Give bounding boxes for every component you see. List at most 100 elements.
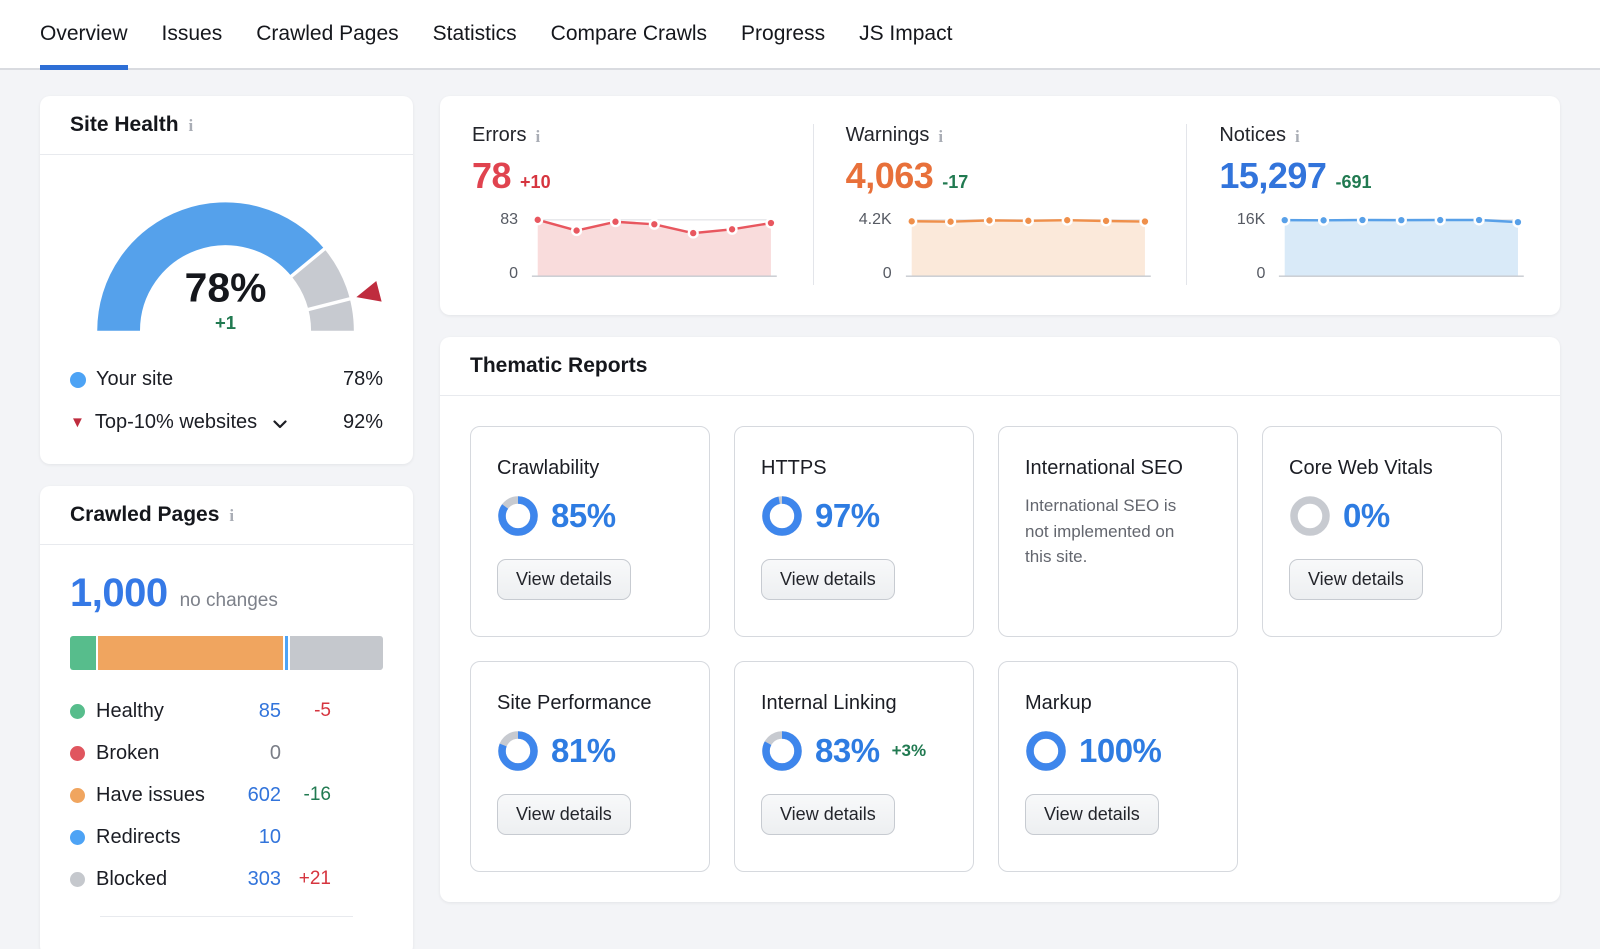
redirects-value-link[interactable]: 10 [223, 826, 281, 849]
your-site-dot-icon [70, 372, 86, 388]
internal-linking-donut-icon [761, 730, 803, 772]
warnings-stat: Warnings i 4,063 -17 4.2K 0 [813, 124, 1187, 285]
site-performance-percent: 81% [551, 732, 616, 770]
international-seo-label: International SEO [1025, 457, 1211, 480]
svg-text:+1: +1 [215, 312, 236, 333]
warnings-ymin-label: 0 [883, 265, 892, 283]
internal-linking-delta: +3% [892, 741, 927, 761]
international-seo-message: International SEO is not implemented on … [1025, 493, 1200, 570]
notices-sparkline-chart [1275, 211, 1528, 285]
legend-row-broken: Broken 0 [70, 732, 331, 774]
healthy-dot-icon [70, 704, 85, 719]
crawled-total-note: no changes [180, 590, 278, 612]
tab-js-impact[interactable]: JS Impact [859, 0, 952, 68]
broken-dot-icon [70, 746, 85, 761]
healthy-delta: -5 [281, 700, 331, 722]
site-health-title: Site Health [70, 113, 179, 137]
triangle-down-icon: ▼ [70, 414, 85, 431]
info-icon[interactable]: i [1295, 127, 1300, 147]
crawled-total-link[interactable]: 1,000 [70, 571, 168, 616]
card-divider [100, 916, 353, 949]
healthy-label: Healthy [96, 700, 223, 723]
have-issues-dot-icon [70, 788, 85, 803]
tab-statistics[interactable]: Statistics [433, 0, 517, 68]
view-details-button[interactable]: View details [761, 559, 895, 600]
site-performance-donut-icon [497, 730, 539, 772]
thematic-card-crawlability: Crawlability 85% View details [470, 426, 710, 637]
crawled-pages-title: Crawled Pages [70, 503, 219, 527]
site-health-card: Site Health i 78% +1 Your site 78% [40, 96, 413, 464]
info-icon[interactable]: i [535, 127, 540, 147]
blocked-delta: +21 [281, 868, 331, 890]
warnings-sparkline-chart [902, 211, 1155, 285]
tab-issues[interactable]: Issues [162, 0, 223, 68]
have-issues-value-link[interactable]: 602 [223, 784, 281, 807]
errors-sparkline-chart [528, 211, 781, 285]
markup-label: Markup [1025, 692, 1211, 715]
view-details-button[interactable]: View details [1025, 794, 1159, 835]
chevron-down-icon[interactable] [273, 420, 287, 429]
blocked-label: Blocked [96, 868, 223, 891]
notices-value-link[interactable]: 15,297 [1219, 155, 1326, 197]
warnings-delta: -17 [942, 172, 968, 193]
info-icon[interactable]: i [189, 116, 194, 136]
your-site-label: Your site [96, 368, 173, 391]
warnings-value-link[interactable]: 4,063 [846, 155, 934, 197]
thematic-card-markup: Markup 100% View details [998, 661, 1238, 872]
markup-donut-icon [1025, 730, 1067, 772]
notices-ymax-label: 16K [1237, 211, 1265, 229]
view-details-button[interactable]: View details [497, 794, 631, 835]
errors-stat: Errors i 78 +10 83 0 [440, 124, 813, 285]
legend-row-healthy: Healthy 85 -5 [70, 690, 331, 732]
thematic-reports-card: Thematic Reports Crawlability 85% View d… [440, 337, 1560, 902]
notices-label: Notices [1219, 124, 1286, 147]
internal-linking-label: Internal Linking [761, 692, 947, 715]
issues-summary-card: Errors i 78 +10 83 0 [440, 96, 1560, 315]
core-web-vitals-percent: 0% [1343, 497, 1390, 535]
info-icon[interactable]: i [229, 506, 234, 526]
errors-value-link[interactable]: 78 [472, 155, 511, 197]
info-icon[interactable]: i [938, 127, 943, 147]
view-details-button[interactable]: View details [1289, 559, 1423, 600]
warnings-label: Warnings [846, 124, 930, 147]
view-details-button[interactable]: View details [497, 559, 631, 600]
have-issues-delta: -16 [281, 784, 331, 806]
errors-ymax-label: 83 [500, 211, 518, 229]
thematic-card-internal-linking: Internal Linking 83% +3% View details [734, 661, 974, 872]
errors-delta: +10 [520, 172, 551, 193]
redirects-label: Redirects [96, 826, 223, 849]
top10-label: Top-10% websites [95, 411, 257, 434]
bar-segment-blocked [288, 636, 383, 670]
markup-percent: 100% [1079, 732, 1161, 770]
broken-label: Broken [96, 742, 223, 765]
site-health-gauge: 78% +1 [40, 155, 413, 352]
site-performance-label: Site Performance [497, 692, 683, 715]
broken-value: 0 [223, 742, 281, 765]
thematic-card-site-performance: Site Performance 81% View details [470, 661, 710, 872]
legend-row-top10[interactable]: ▼ Top-10% websites 92% [70, 401, 383, 444]
top10-value: 92% [343, 411, 383, 434]
tab-overview[interactable]: Overview [40, 0, 128, 68]
tab-crawled-pages[interactable]: Crawled Pages [256, 0, 398, 68]
core-web-vitals-donut-icon [1289, 495, 1331, 537]
crawlability-donut-icon [497, 495, 539, 537]
legend-row-your-site: Your site 78% [70, 358, 383, 401]
blocked-value-link[interactable]: 303 [223, 868, 281, 891]
internal-linking-percent: 83% [815, 732, 880, 770]
core-web-vitals-label: Core Web Vitals [1289, 457, 1475, 480]
bar-segment-have-issues [96, 636, 283, 670]
https-percent: 97% [815, 497, 880, 535]
legend-row-redirects: Redirects 10 [70, 816, 331, 858]
notices-ymin-label: 0 [1256, 265, 1265, 283]
tab-compare-crawls[interactable]: Compare Crawls [551, 0, 707, 68]
thematic-card-international-seo: International SEO International SEO is n… [998, 426, 1238, 637]
tab-progress[interactable]: Progress [741, 0, 825, 68]
audit-tab-bar: Overview Issues Crawled Pages Statistics… [0, 0, 1600, 70]
healthy-value-link[interactable]: 85 [223, 700, 281, 723]
redirects-dot-icon [70, 830, 85, 845]
warnings-ymax-label: 4.2K [859, 211, 892, 229]
errors-ymin-label: 0 [509, 265, 518, 283]
thematic-card-https: HTTPS 97% View details [734, 426, 974, 637]
crawlability-percent: 85% [551, 497, 616, 535]
view-details-button[interactable]: View details [761, 794, 895, 835]
